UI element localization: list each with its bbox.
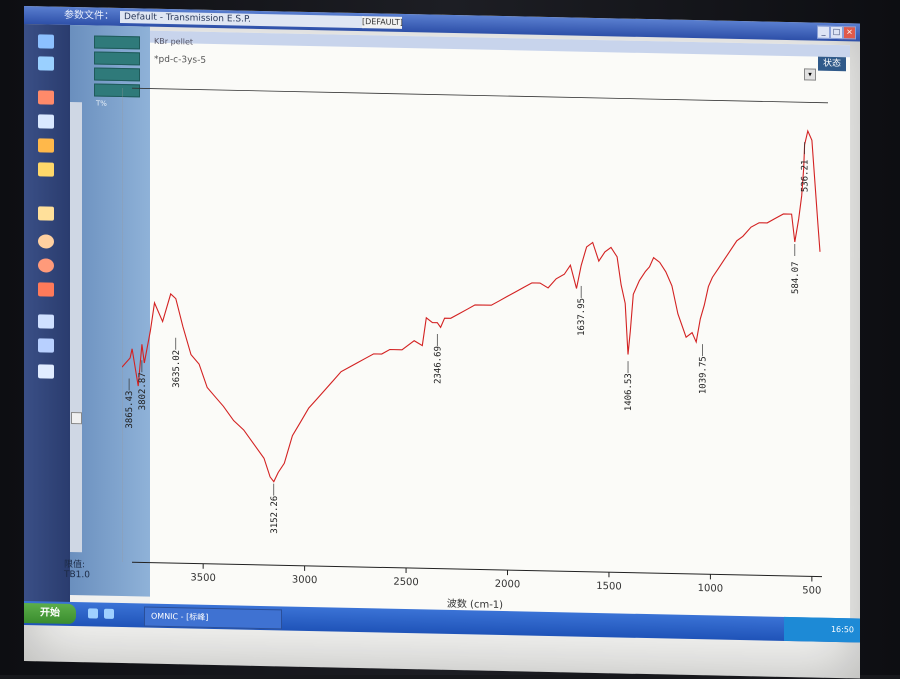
x-axis-label: 波数 (cm-1) [447, 597, 503, 611]
spectrum-icon[interactable] [38, 34, 54, 49]
chart-icon[interactable] [38, 114, 54, 129]
peak-label: 2346.69 [433, 346, 443, 384]
status-button[interactable]: 状态 [818, 56, 846, 72]
peak-label: 584.07 [791, 261, 801, 294]
multi-spectrum-icon[interactable] [38, 314, 54, 329]
peak-label: 3802.87 [138, 372, 148, 410]
x-tick-label: 2500 [393, 577, 418, 589]
peak-labels: 3865.43 3802.87 3635.02 3152.26 2346.69 1637.… [125, 142, 811, 534]
scroll-thumb[interactable] [71, 411, 82, 425]
x-axis [132, 561, 822, 578]
minimize-button[interactable]: _ [817, 25, 830, 39]
maximize-button[interactable]: □ [830, 25, 843, 40]
export-icon[interactable] [38, 338, 54, 353]
spectrum-icon[interactable] [38, 56, 54, 71]
system-tray: 16:50 [784, 616, 860, 643]
sample-name: *pd-c-3ys-5 [154, 54, 207, 66]
panel-tab[interactable] [94, 51, 140, 66]
folder-icon[interactable] [38, 138, 54, 153]
threshold-label: 限值: [64, 559, 86, 571]
panel-tab[interactable] [94, 67, 140, 82]
peak-label: 3865.43 [125, 391, 135, 429]
library-icon[interactable] [38, 258, 54, 273]
x-tick-label: 500 [802, 585, 821, 596]
x-tick-label: 3000 [292, 575, 317, 587]
folder-icon[interactable] [38, 162, 54, 177]
peak-label: 536.21 [801, 160, 811, 193]
default-button[interactable]: [DEFAULT] [362, 16, 403, 29]
compare-icon[interactable] [38, 364, 54, 379]
x-tick-label: 3500 [190, 572, 215, 584]
desktop-icon[interactable] [104, 608, 114, 619]
x-tick-label: 1000 [698, 583, 723, 595]
threshold-value: TB1.0 [64, 569, 90, 581]
zoom-icon[interactable] [38, 234, 54, 249]
qc-icon[interactable] [38, 206, 54, 221]
peak-label: 1637.95 [577, 298, 587, 336]
spectrum-series-line [122, 129, 821, 483]
sample-dropdown[interactable]: ▾ [804, 68, 816, 81]
x-tick-label: 2000 [495, 579, 520, 591]
panel-label: T% [96, 99, 107, 108]
peak-label: 3152.26 [270, 496, 280, 534]
x-tick-group: 3500 3000 2500 2000 1500 1000 500 [190, 563, 821, 597]
spectrum-plot: 350030002500200015001000500 02050 3865.4… [122, 87, 828, 611]
clock: 16:50 [830, 624, 854, 635]
table-icon[interactable] [38, 90, 54, 105]
panel-tab[interactable] [94, 35, 140, 50]
x-tick-label: 1500 [596, 581, 621, 593]
close-button[interactable]: × [843, 26, 856, 40]
param-file-label: 参数文件： [64, 9, 114, 22]
param-file-select[interactable]: Default - Transmission E.S.P. [120, 11, 364, 29]
peak-label: 1406.53 [624, 373, 634, 411]
start-button[interactable]: 开始 [24, 603, 76, 625]
threshold-status: 限值: TB1.0 [64, 557, 90, 581]
vertical-scrollbar[interactable] [70, 101, 82, 553]
peak-label: 3635.02 [172, 350, 182, 388]
spectrum-subtitle: KBr pellet [154, 36, 194, 47]
taskbar-omnic[interactable]: OMNIC - [标峰] [144, 606, 282, 630]
ie-icon[interactable] [88, 608, 98, 619]
left-toolbar [24, 24, 70, 610]
pen-icon[interactable] [38, 282, 54, 297]
peak-label: 1039.75 [698, 356, 708, 394]
